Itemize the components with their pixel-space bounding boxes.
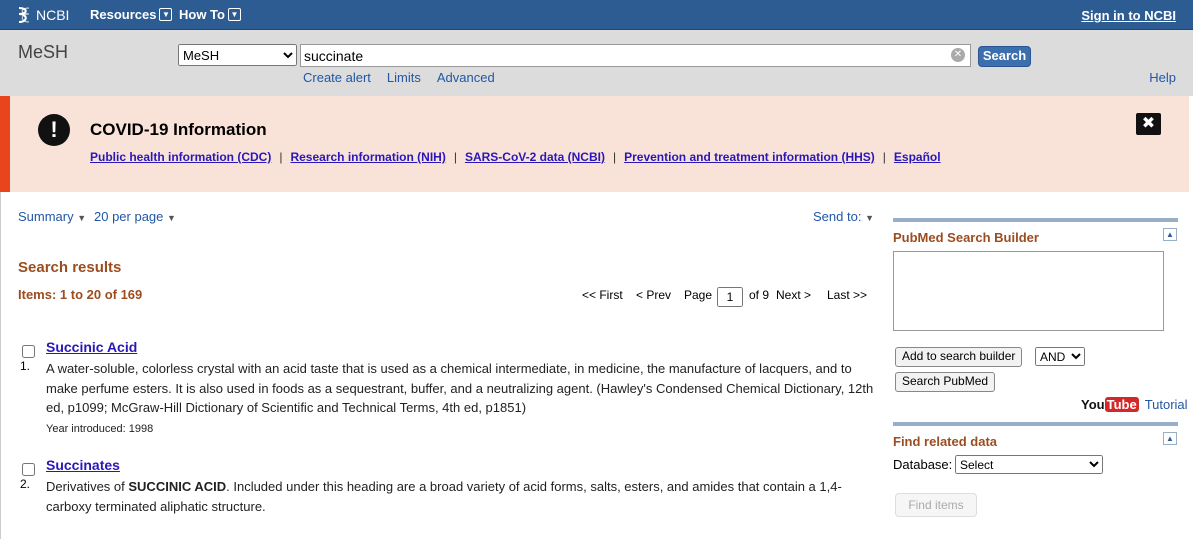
search-builder-textarea[interactable]	[893, 251, 1164, 331]
result-description: A water-soluble, colorless crystal with …	[46, 359, 886, 437]
search-bar: MeSH MeSH ✕ Search Create alert Limits A…	[0, 30, 1193, 96]
result-description: Derivatives of SUCCINIC ACID. Included u…	[46, 477, 886, 516]
boolean-select[interactable]: AND	[1035, 347, 1085, 366]
result-description-text: A water-soluble, colorless crystal with …	[46, 361, 874, 415]
cdc-link[interactable]: Public health information (CDC)	[90, 150, 271, 164]
year-introduced: Year introduced: 1998	[46, 422, 154, 435]
youtube-tube: Tube	[1104, 397, 1139, 412]
builder-rule	[893, 218, 1178, 222]
result-checkbox[interactable]	[22, 345, 35, 358]
page-number-input[interactable]	[717, 287, 743, 307]
result-description-pre: Derivatives of	[46, 479, 129, 494]
result-checkbox[interactable]	[22, 463, 35, 476]
separator: |	[453, 150, 457, 164]
search-pubmed-button[interactable]: Search PubMed	[895, 372, 996, 392]
chevron-down-icon: ▼	[159, 8, 173, 21]
send-to-label: Send to:	[813, 209, 862, 224]
result-title-link[interactable]: Succinic Acid	[46, 339, 137, 355]
related-title: Find related data	[893, 434, 998, 449]
result-title-link[interactable]: Succinates	[46, 457, 120, 473]
hhs-link[interactable]: Prevention and treatment information (HH…	[624, 150, 875, 164]
database-select[interactable]: MeSH	[178, 44, 297, 66]
howto-menu[interactable]: How To ▼	[179, 7, 241, 22]
ncbi-logo-text: NCBI	[36, 7, 70, 23]
separator: |	[612, 150, 617, 164]
per-page-label: 20 per page	[94, 209, 164, 224]
help-link[interactable]: Help	[1149, 70, 1176, 85]
builder-title: PubMed Search Builder	[893, 230, 1039, 245]
youtube-tutorial[interactable]: You Tube Tutorial	[1081, 397, 1188, 412]
clear-icon[interactable]: ✕	[951, 48, 965, 62]
search-input[interactable]	[301, 45, 941, 66]
database-label: Database:	[893, 457, 953, 472]
per-page-dropdown[interactable]: 20 per page ▼	[94, 209, 176, 224]
summary-dropdown[interactable]: Summary ▼	[18, 209, 86, 224]
espanol-link[interactable]: Español	[894, 150, 941, 164]
page-label: Page	[684, 288, 713, 302]
separator: |	[279, 150, 283, 164]
send-to-dropdown[interactable]: Send to: ▼	[813, 209, 874, 224]
ncbi-logo[interactable]: NCBI	[16, 6, 69, 24]
results-heading: Search results	[18, 259, 122, 276]
result-number: 1.	[20, 359, 31, 373]
next-page-button[interactable]: Next >	[776, 288, 811, 302]
list-item: 2. Succinates Derivatives of SUCCINIC AC…	[18, 457, 888, 527]
howto-label: How To	[179, 7, 225, 22]
caret-down-icon: ▼	[865, 213, 874, 223]
chevron-down-icon: ▼	[227, 8, 241, 21]
first-page-link: << First	[582, 288, 623, 302]
related-database-select[interactable]: Select	[955, 455, 1103, 474]
resources-menu[interactable]: Resources ▼	[90, 7, 173, 22]
related-rule	[893, 422, 1178, 426]
result-number: 2.	[20, 477, 31, 491]
page-count: of 9	[749, 288, 770, 302]
database-name: MeSH	[18, 42, 69, 62]
search-button[interactable]: Search	[978, 46, 1031, 67]
summary-label: Summary	[18, 209, 74, 224]
ncbi-header: NCBI Resources ▼ How To ▼ Sign in to NCB…	[0, 0, 1193, 30]
caret-down-icon: ▼	[77, 213, 87, 223]
ncbi-data-link[interactable]: SARS-CoV-2 data (NCBI)	[465, 150, 605, 164]
resources-label: Resources	[90, 7, 157, 22]
youtube-icon: You Tube	[1081, 397, 1139, 412]
last-page-button[interactable]: Last >>	[827, 288, 867, 302]
search-sublinks: Create alert Limits Advanced	[303, 70, 495, 85]
tutorial-link[interactable]: Tutorial	[1145, 397, 1188, 412]
list-item: 1. Succinic Acid A water-soluble, colorl…	[18, 339, 888, 439]
advanced-link[interactable]: Advanced	[437, 70, 495, 85]
close-icon[interactable]: ✖	[1136, 113, 1161, 135]
search-field: ✕	[300, 44, 971, 67]
page-border	[0, 192, 1, 539]
create-alert-link[interactable]: Create alert	[303, 70, 371, 85]
collapse-icon[interactable]: ▲	[1163, 228, 1177, 241]
items-count: Items: 1 to 20 of 169	[18, 287, 143, 302]
result-description-bold: SUCCINIC ACID	[128, 479, 227, 494]
find-items-button: Find items	[895, 493, 977, 517]
add-to-builder-button[interactable]: Add to search builder	[895, 347, 1023, 367]
covid-links: Public health information (CDC) | Resear…	[90, 150, 941, 164]
separator: |	[882, 150, 886, 164]
caret-down-icon: ▼	[167, 213, 176, 223]
limits-link[interactable]: Limits	[387, 70, 421, 85]
sign-in-link[interactable]: Sign in to NCBI	[1081, 8, 1176, 23]
exclamation-icon: !	[38, 114, 70, 146]
collapse-icon[interactable]: ▲	[1163, 432, 1177, 445]
nih-link[interactable]: Research information (NIH)	[290, 150, 445, 164]
prev-page-link: < Prev	[636, 288, 672, 302]
ncbi-logo-icon	[18, 7, 30, 23]
covid-banner: ! COVID-19 Information Public health inf…	[0, 96, 1189, 192]
covid-title: COVID-19 Information	[90, 120, 267, 139]
youtube-you: You	[1081, 397, 1105, 412]
